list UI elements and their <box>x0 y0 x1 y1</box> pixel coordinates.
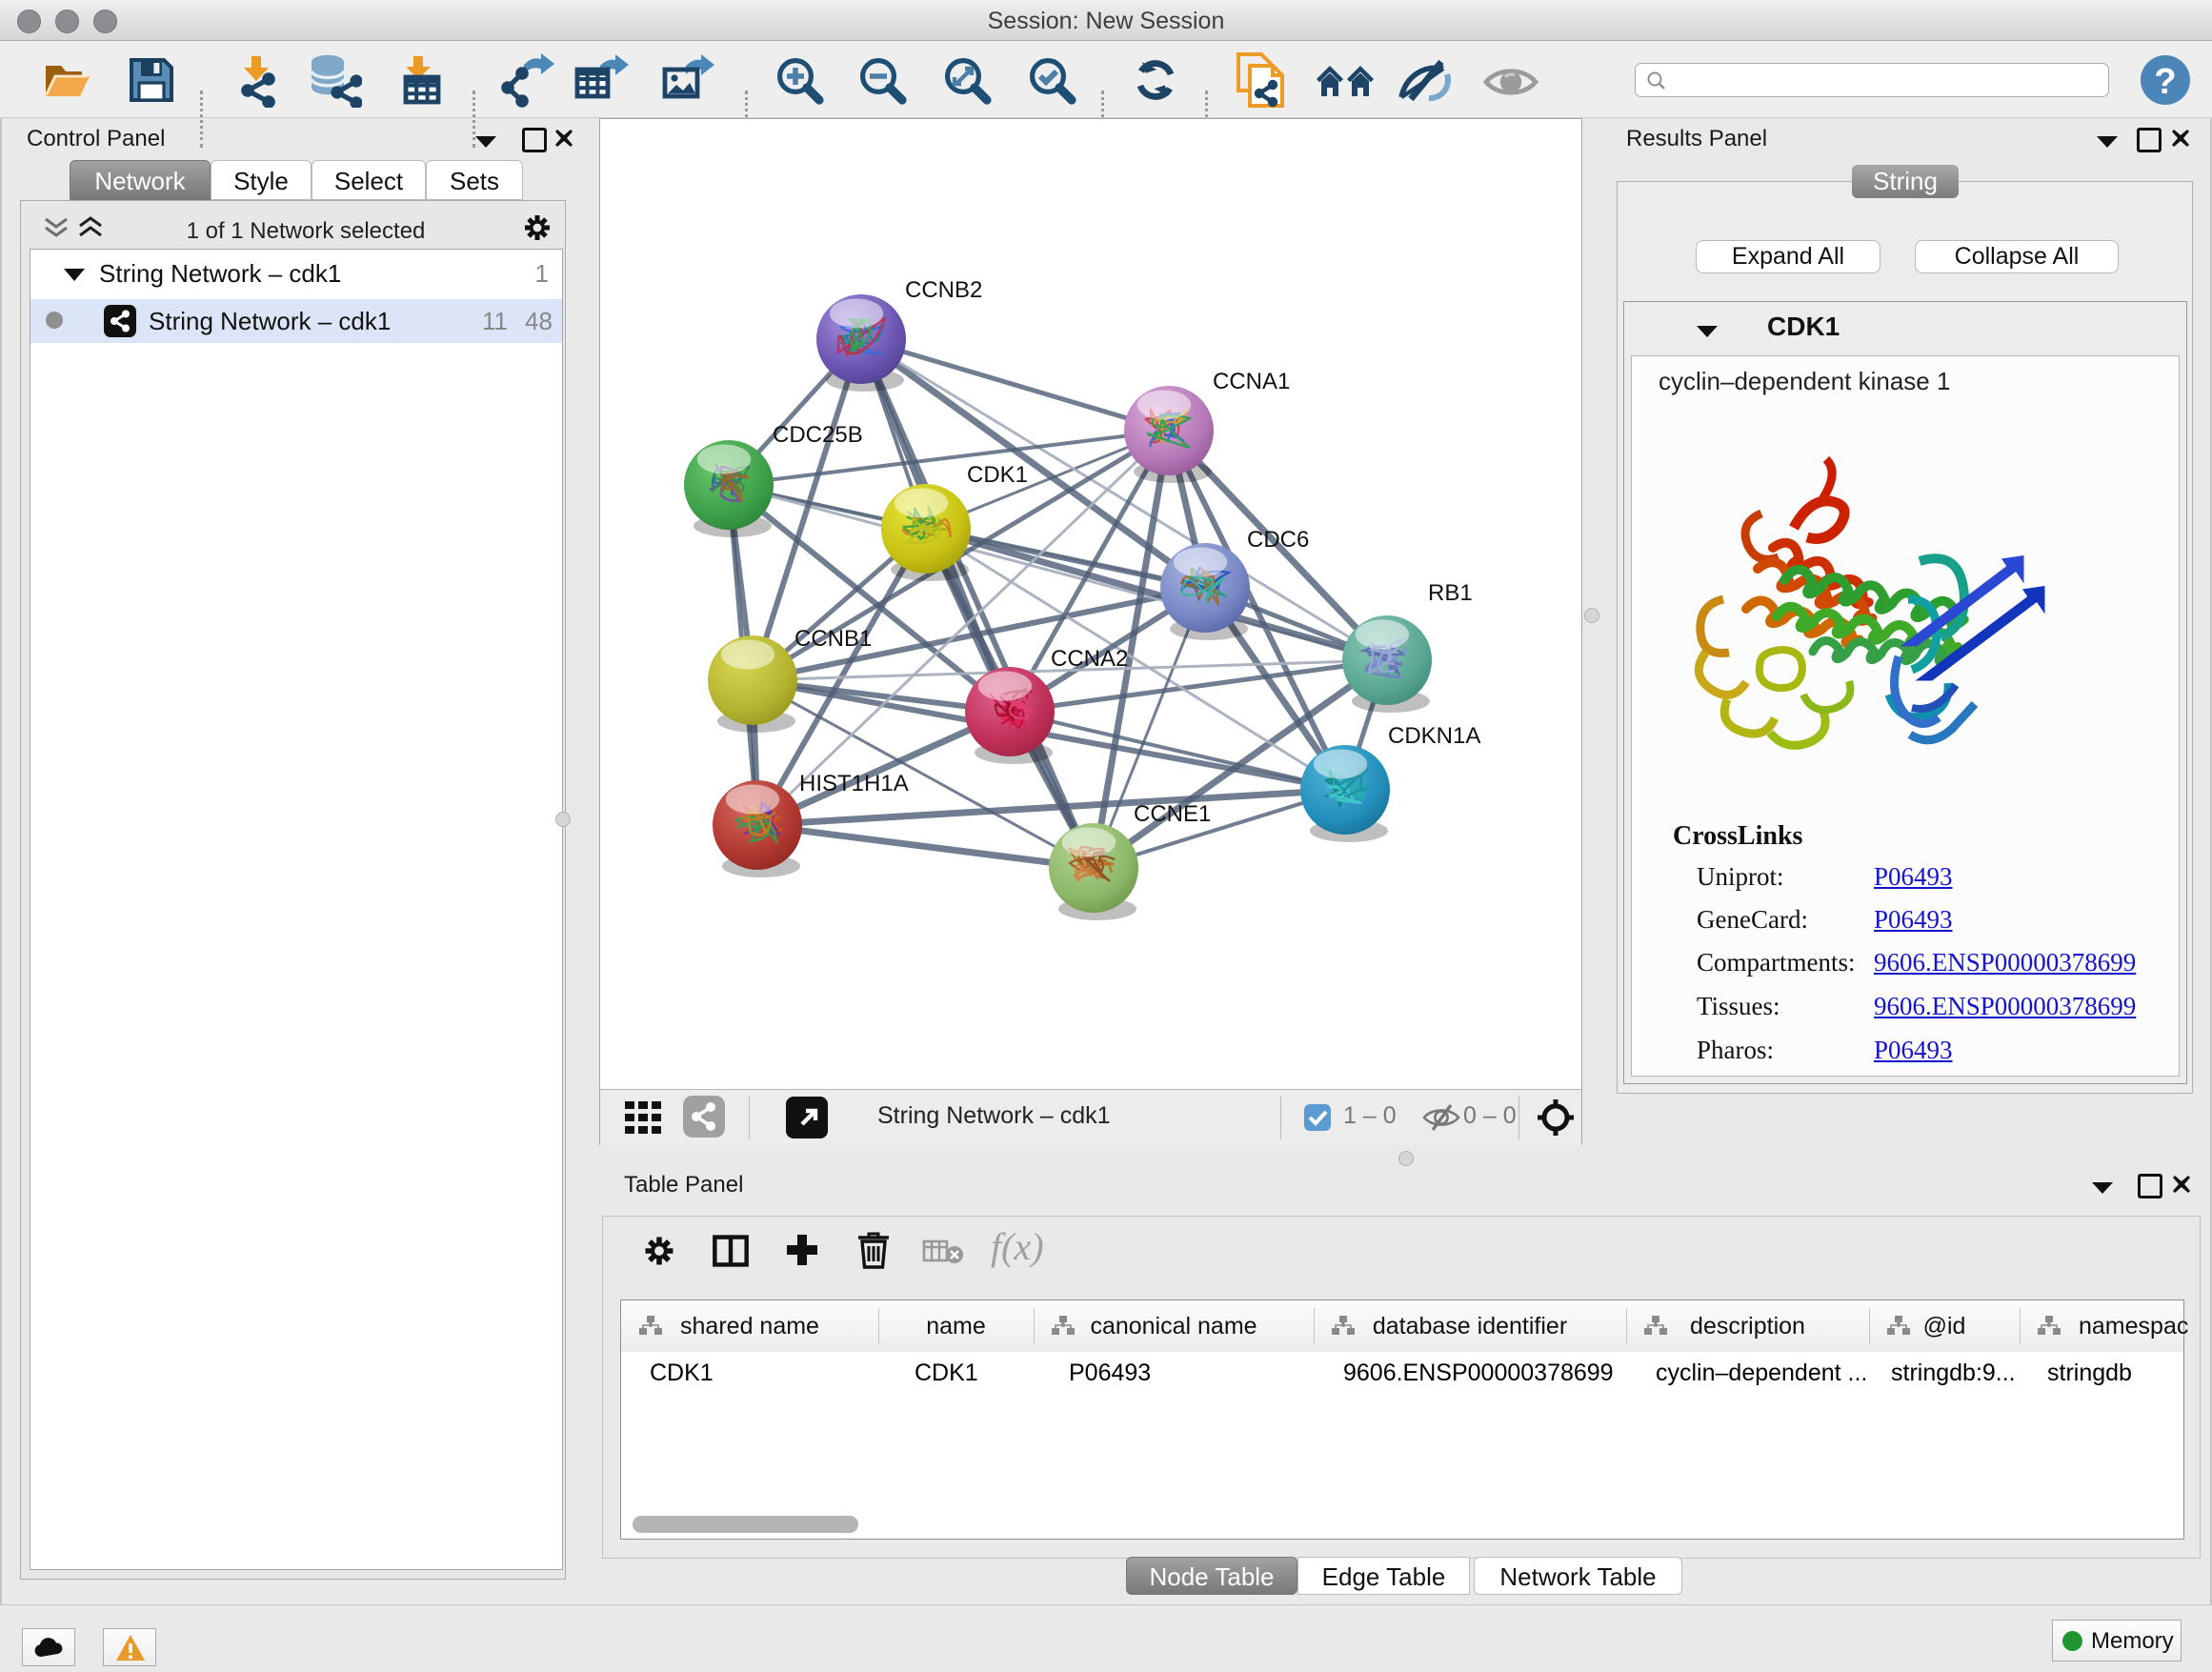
svg-text:RB1: RB1 <box>1428 580 1473 606</box>
svg-text:CCNB1: CCNB1 <box>794 626 872 652</box>
svg-text:CCNE1: CCNE1 <box>1134 801 1211 827</box>
svg-text:HIST1H1A: HIST1H1A <box>799 771 909 796</box>
svg-text:CCNB2: CCNB2 <box>905 277 982 303</box>
svg-text:CDC25B: CDC25B <box>773 422 863 448</box>
svg-text:CDK1: CDK1 <box>967 462 1028 488</box>
svg-text:CDKN1A: CDKN1A <box>1388 723 1480 749</box>
svg-text:CCNA1: CCNA1 <box>1213 369 1290 394</box>
svg-text:CCNA2: CCNA2 <box>1051 646 1128 672</box>
svg-text:?: ? <box>2154 62 2176 102</box>
svg-text:CDC6: CDC6 <box>1247 527 1309 553</box>
